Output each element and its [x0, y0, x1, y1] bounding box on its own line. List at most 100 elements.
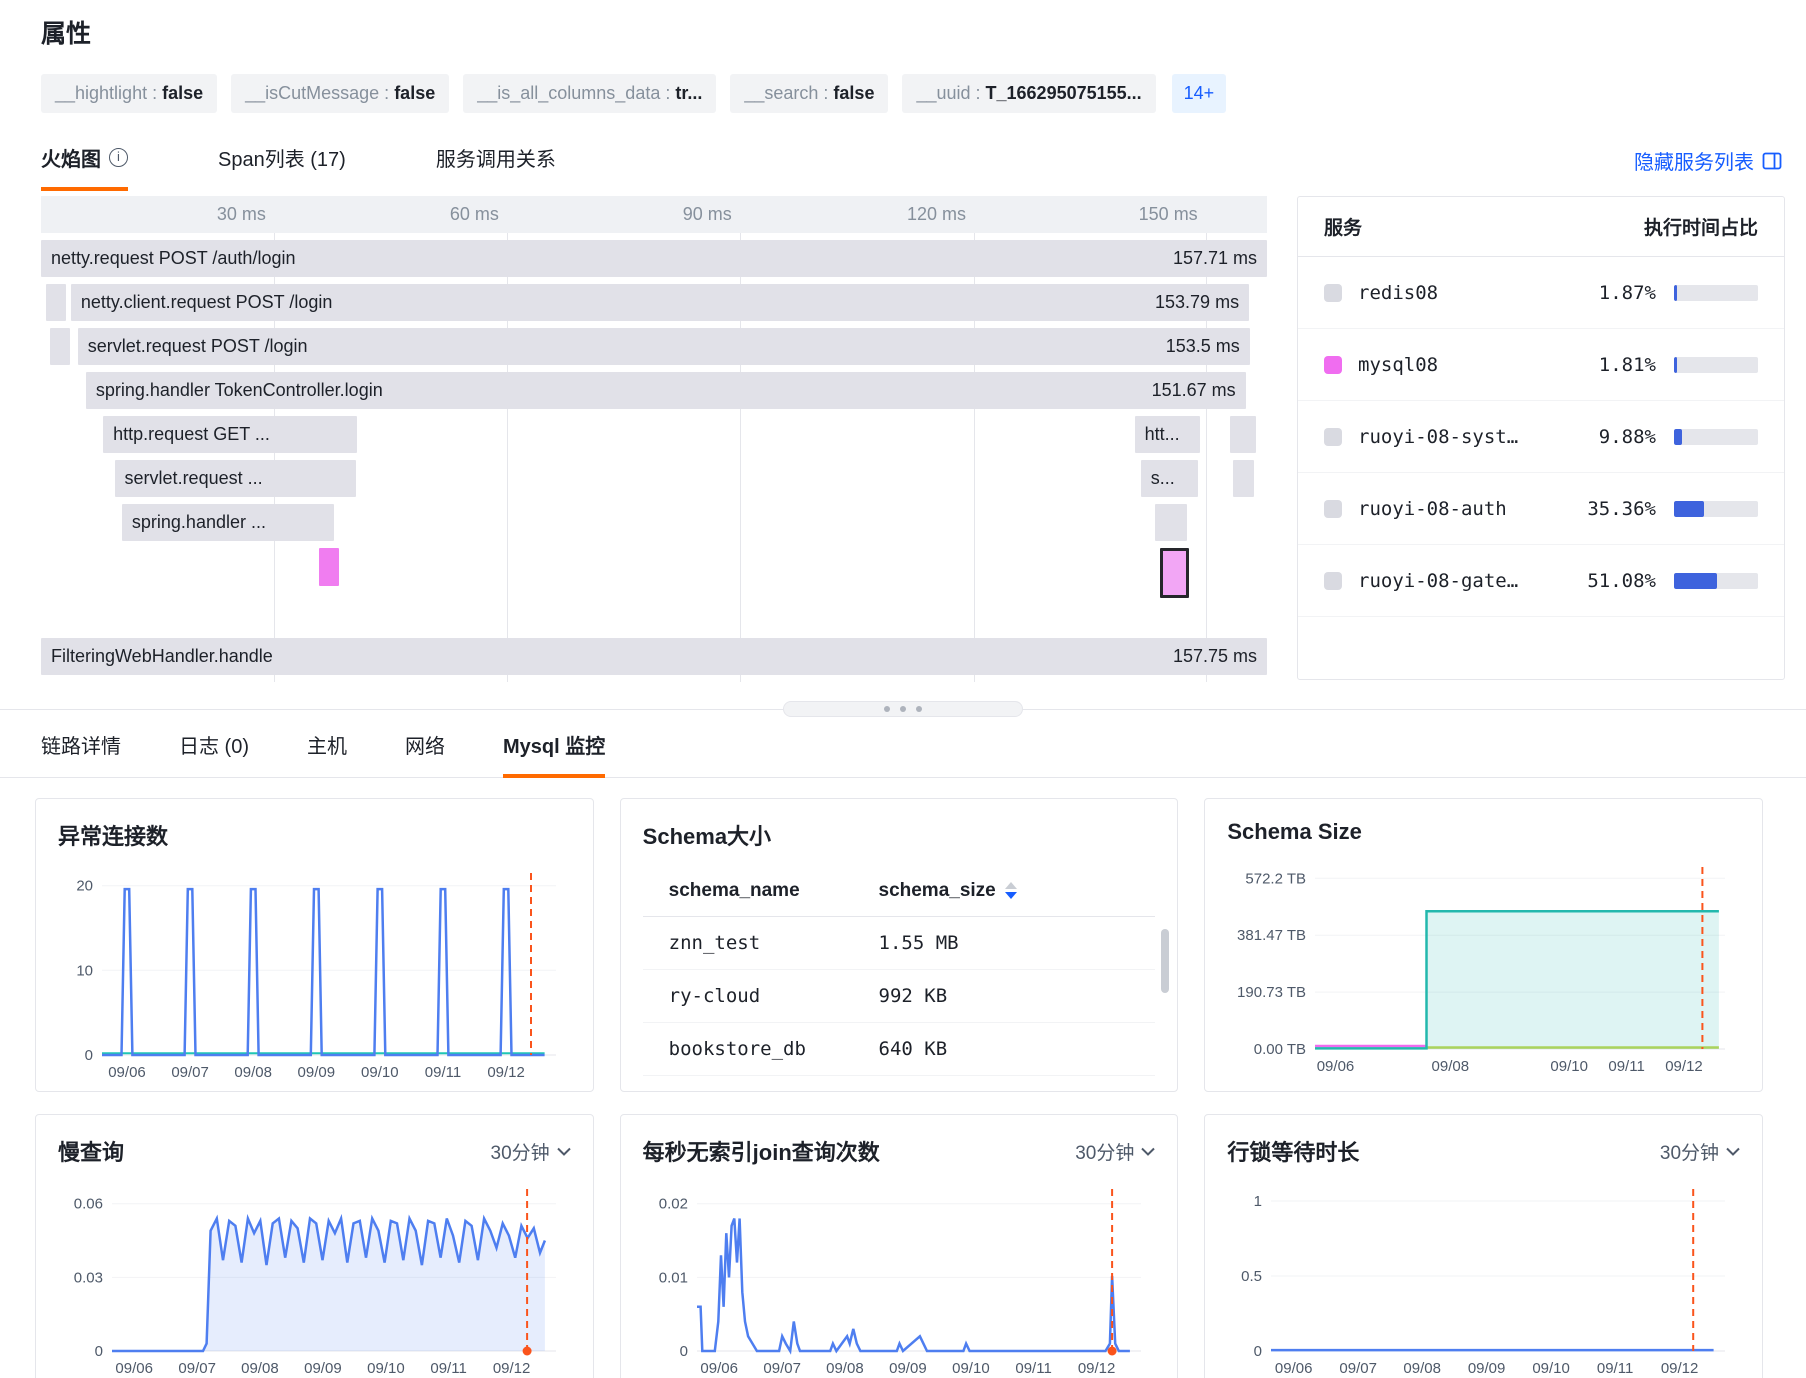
schema-row[interactable]: bookstore_db640 KB — [643, 1023, 1156, 1076]
panel-resizer[interactable] — [0, 700, 1806, 718]
time-range-select[interactable]: 30分钟 — [1075, 1138, 1155, 1165]
flame-row: http.request GET ... htt... — [41, 416, 1267, 453]
time-range-select[interactable]: 30分钟 — [1660, 1138, 1740, 1165]
detail-tab[interactable]: 网络 — [405, 730, 445, 778]
svg-text:09/08: 09/08 — [241, 1360, 279, 1377]
ratio-bar-fill — [1674, 573, 1717, 589]
flame-graph: 30 ms60 ms90 ms120 ms150 ms netty.reques… — [41, 196, 1267, 682]
panel-right-icon — [1762, 151, 1782, 171]
service-row[interactable]: ruoyi-08-auth35.36% — [1298, 473, 1784, 545]
svg-text:09/12: 09/12 — [1661, 1360, 1699, 1377]
schema-name-header[interactable]: schema_name — [643, 880, 879, 902]
trace-tabs: 火焰图i Span列表 (17) 服务调用关系 — [41, 143, 556, 190]
span-label: servlet.request ... — [125, 468, 263, 489]
trace-tab[interactable]: Span列表 (17) — [218, 143, 346, 191]
schema-row[interactable]: znn_test1.55 MB — [643, 917, 1156, 970]
flame-span[interactable]: netty.client.request POST /login153.79 m… — [71, 284, 1249, 321]
service-ratio-value: 1.87% — [1568, 282, 1656, 304]
flame-row — [41, 548, 1267, 598]
schema-row[interactable]: flowable480 KB — [643, 1076, 1156, 1092]
sort-icon[interactable] — [1005, 882, 1017, 899]
ratio-bar — [1674, 285, 1758, 301]
service-row[interactable]: ruoyi-08-syst…9.88% — [1298, 401, 1784, 473]
table-scrollbar[interactable] — [1161, 929, 1169, 993]
schema-size: 480 KB — [879, 1091, 948, 1092]
tab-label: Mysql 监控 — [503, 730, 605, 759]
service-color-swatch — [1324, 356, 1342, 374]
svg-text:0.00 TB: 0.00 TB — [1254, 1041, 1306, 1058]
card-schema-size-chart: Schema Size 0.00 TB190.73 TB381.47 TB572… — [1204, 798, 1763, 1092]
detail-tab[interactable]: 主机 — [307, 730, 347, 778]
flame-span[interactable] — [46, 284, 66, 321]
flame-span[interactable]: http.request GET ... — [103, 416, 357, 453]
time-tick-label: 120 ms — [907, 196, 966, 233]
hide-service-list-label: 隐藏服务列表 — [1634, 146, 1754, 175]
schema-size-table: schema_name schema_size znn_test1.55 MBr… — [643, 865, 1156, 1092]
flame-span[interactable]: servlet.request ... — [115, 460, 357, 497]
svg-text:0.5: 0.5 — [1241, 1268, 1262, 1285]
detail-tab[interactable]: 日志 (0) — [179, 730, 249, 778]
flame-span[interactable]: FilteringWebHandler.handle 157.75 ms — [41, 638, 1267, 675]
flame-row: FilteringWebHandler.handle 157.75 ms — [41, 638, 1267, 675]
flame-span[interactable]: spring.handler TokenController.login151.… — [86, 372, 1246, 409]
flame-span[interactable] — [1230, 416, 1255, 453]
detail-tab[interactable]: Mysql 监控 — [503, 730, 605, 778]
tab-label: 主机 — [307, 730, 347, 759]
ratio-bar-fill — [1674, 429, 1682, 445]
span-duration: 157.75 ms — [1173, 646, 1257, 667]
tab-label: 服务调用关系 — [436, 143, 556, 172]
flame-span[interactable]: htt... — [1135, 416, 1201, 453]
card-title: 每秒无索引join查询次数 — [643, 1135, 880, 1167]
tab-label: 火焰图 — [41, 143, 101, 172]
service-col-header: 服务 — [1324, 213, 1362, 240]
service-ratio-group: 51.08% — [1568, 570, 1758, 592]
svg-text:09/11: 09/11 — [425, 1064, 461, 1081]
flame-span[interactable] — [319, 548, 339, 586]
span-label: htt... — [1145, 424, 1180, 445]
chevron-down-icon — [1726, 1147, 1740, 1156]
resizer-handle[interactable] — [783, 701, 1023, 717]
flame-span[interactable]: servlet.request POST /login153.5 ms — [78, 328, 1250, 365]
svg-text:09/08: 09/08 — [234, 1064, 272, 1081]
flame-span[interactable]: spring.handler ... — [122, 504, 334, 541]
flame-span[interactable]: s... — [1141, 460, 1199, 497]
flame-span[interactable] — [1155, 504, 1186, 541]
service-ratio-value: 9.88% — [1568, 426, 1656, 448]
card-title: Schema Size — [1227, 819, 1362, 845]
chevron-down-icon — [557, 1147, 571, 1156]
svg-text:09/09: 09/09 — [889, 1360, 927, 1377]
schema-name: flowable — [643, 1091, 879, 1092]
svg-text:0.06: 0.06 — [74, 1196, 103, 1213]
card-abnormal-connections: 异常连接数 0102009/0609/0709/0809/0909/1009/1… — [35, 798, 594, 1092]
ratio-bar-fill — [1674, 501, 1704, 517]
span-label: http.request GET ... — [113, 424, 270, 445]
more-attributes-badge[interactable]: 14+ — [1172, 74, 1227, 113]
flame-rows: netty.request POST /auth/login157.71 ms n… — [41, 233, 1267, 675]
trace-tab[interactable]: 服务调用关系 — [436, 143, 556, 191]
detail-tab[interactable]: 链路详情 — [41, 730, 121, 778]
time-range-select[interactable]: 30分钟 — [491, 1138, 571, 1165]
flame-span[interactable] — [1233, 460, 1254, 497]
flame-span[interactable]: netty.request POST /auth/login157.71 ms — [41, 240, 1267, 277]
attribute-tag: __hightlight : false — [41, 74, 217, 113]
flame-span[interactable] — [1160, 548, 1189, 598]
service-list-rows: redis08 1.87% mysql081.81%ruoyi-08-syst…9.… — [1298, 257, 1784, 617]
span-duration: 151.67 ms — [1152, 380, 1236, 401]
schema-size: 992 KB — [879, 985, 948, 1007]
svg-text:381.47 TB: 381.47 TB — [1237, 927, 1306, 944]
span-label: FilteringWebHandler.handle — [51, 646, 273, 667]
svg-text:0: 0 — [95, 1343, 103, 1360]
service-row[interactable]: mysql081.81% — [1298, 329, 1784, 401]
trace-tab[interactable]: 火焰图i — [41, 143, 128, 191]
service-row[interactable]: redis08 1.87% — [1298, 257, 1784, 329]
schema-size-header[interactable]: schema_size — [879, 880, 1017, 902]
flame-row: netty.request POST /auth/login157.71 ms — [41, 240, 1267, 277]
schema-row[interactable]: ry-cloud992 KB — [643, 970, 1156, 1023]
service-name: redis08 — [1358, 282, 1438, 304]
svg-text:09/12: 09/12 — [487, 1064, 525, 1081]
svg-text:09/06: 09/06 — [115, 1360, 153, 1377]
hide-service-list-link[interactable]: 隐藏服务列表 — [1634, 146, 1782, 190]
span-label: servlet.request POST /login — [88, 336, 308, 357]
service-row[interactable]: ruoyi-08-gate…51.08% — [1298, 545, 1784, 617]
flame-span[interactable] — [50, 328, 70, 365]
